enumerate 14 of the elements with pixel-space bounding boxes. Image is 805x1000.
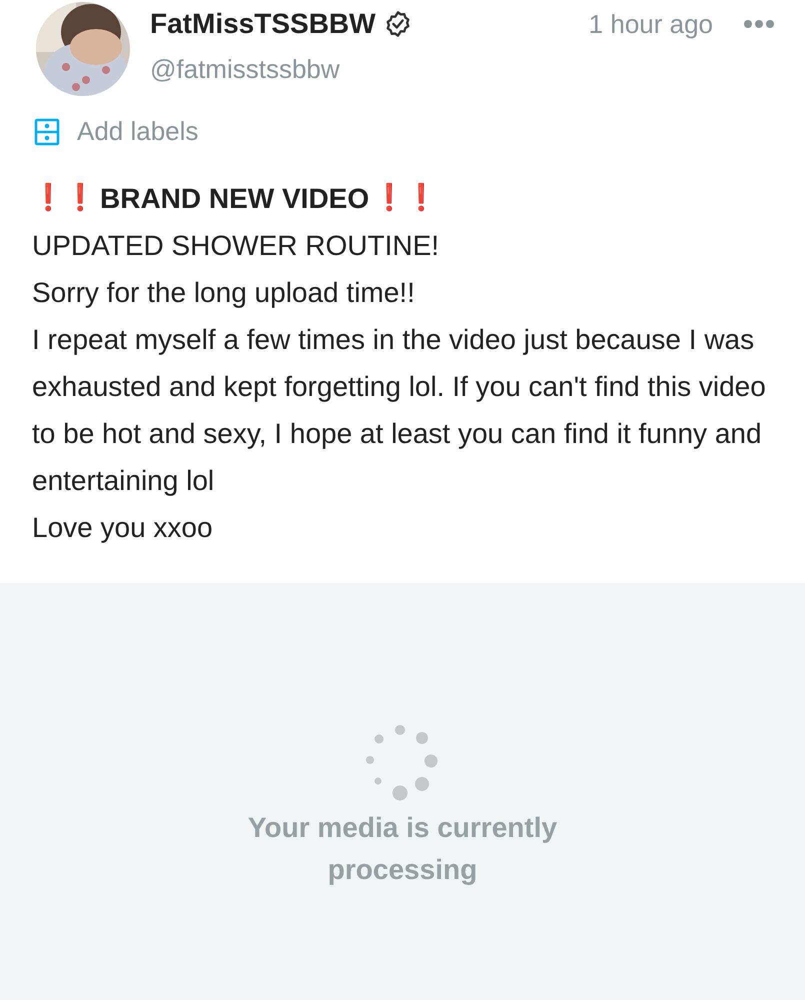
exclamation-icon: ❗❗ — [373, 175, 438, 222]
post-text: UPDATED SHOWER ROUTINE! — [32, 229, 440, 263]
post-time: 1 hour ago — [588, 8, 713, 40]
exclamation-icon: ❗❗ — [32, 175, 96, 222]
processing-message: Your media is currently processing — [246, 811, 558, 887]
post-headline: BRAND NEW VIDEO — [100, 182, 370, 216]
post-text: Love you xxoo — [32, 511, 214, 545]
author-handle[interactable]: @fatmisstssbbw — [150, 50, 775, 89]
author-name[interactable]: FatMissTSSBBW — [150, 3, 376, 45]
post-text: I repeat myself a few times in the video just because I was exhausted and kept forgetting lol. If you can't find this video to be hot and sexy, I hope at least you can find it funny and entertaining lol — [32, 323, 767, 498]
labels-icon — [34, 118, 60, 146]
add-labels-link[interactable]: Add labels — [77, 112, 198, 151]
more-options-icon[interactable] — [743, 19, 775, 29]
post-text: Sorry for the long upload time!! — [32, 276, 416, 310]
